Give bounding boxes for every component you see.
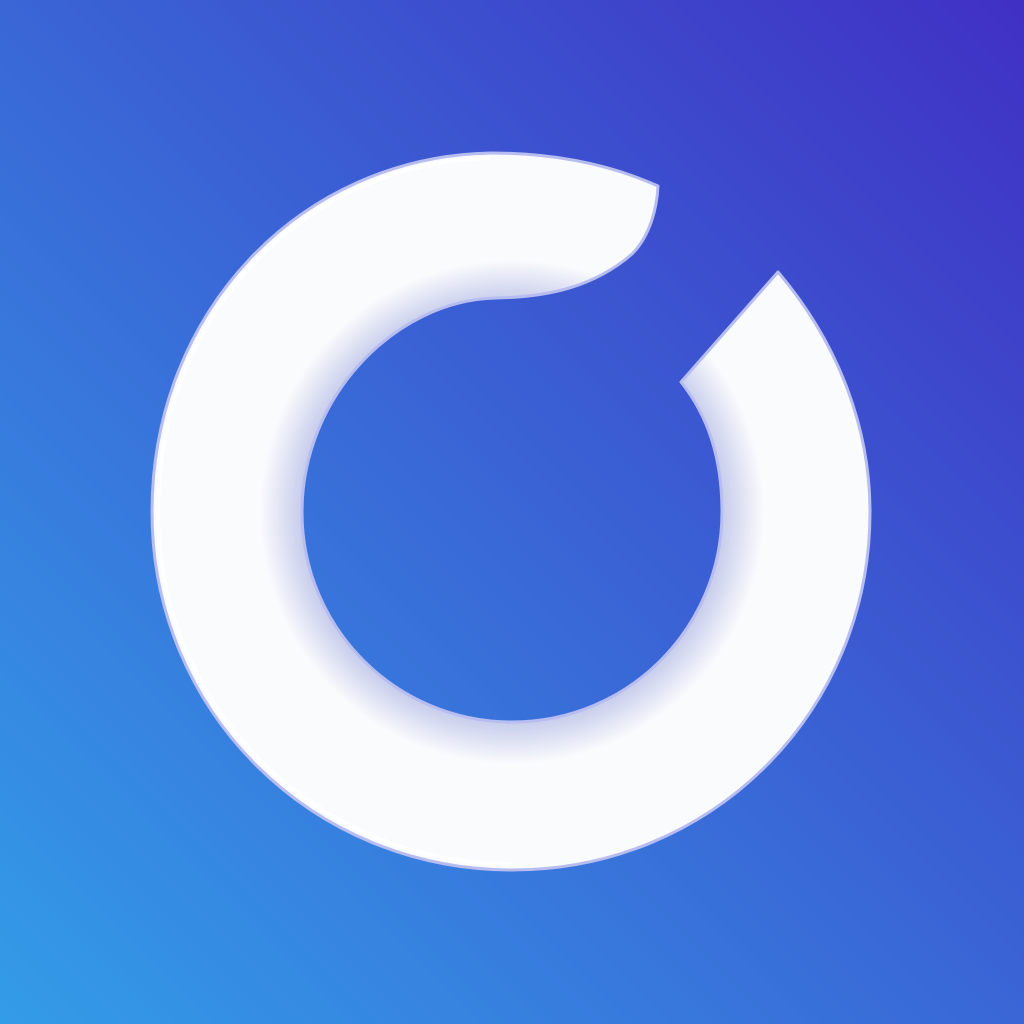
ring-logo-icon [0,0,1024,1024]
app-icon [0,0,1024,1024]
